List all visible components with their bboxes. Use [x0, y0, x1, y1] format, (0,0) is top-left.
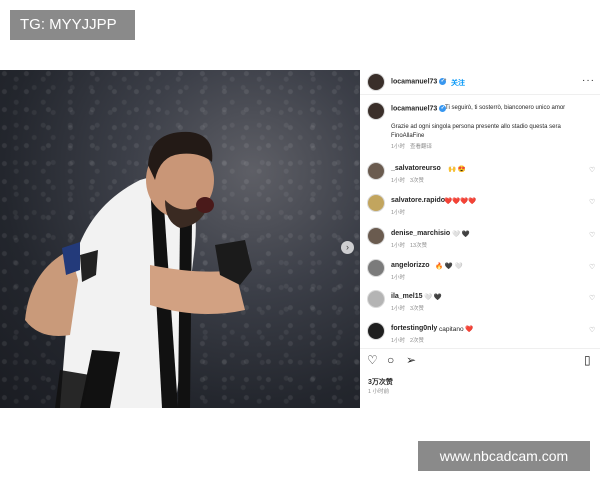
commenter-username[interactable]: ila_mel15	[391, 293, 423, 300]
post-sidebar: locamanuel73 ✓ • 关注 ··· locamanuel73 ✓ Ti …	[360, 70, 600, 408]
share-icon[interactable]: ➢	[406, 353, 416, 367]
comment-likes[interactable]: 3次赞	[410, 304, 424, 312]
comment-like-heart-icon[interactable]: ♡	[589, 294, 595, 302]
likes-count[interactable]: 3万次赞	[368, 377, 393, 387]
post-photo: ›	[0, 70, 360, 408]
comment-text: 🔥 🖤 🤍	[435, 263, 463, 270]
player-illustration	[25, 131, 252, 408]
caption-line1: Ti seguirò, ti sosterrò, bianconero unic…	[445, 105, 566, 111]
comment-text: 🤍 🖤	[424, 294, 442, 301]
see-translation-link[interactable]: 查看翻译	[410, 142, 432, 150]
commenter-avatar[interactable]	[367, 194, 385, 212]
caption-time: 1小时	[391, 144, 406, 150]
post-actions-bar: ♡ ○ ➢ ▯	[360, 348, 600, 409]
instagram-post: › locamanuel73 ✓ • 关注 ··· locamanuel73 ✓ T…	[0, 70, 600, 408]
comment-time: 1小时	[391, 178, 406, 184]
comment-like-heart-icon[interactable]: ♡	[589, 198, 595, 206]
comment-text: 🤍 🖤	[452, 231, 470, 238]
comment-time: 1小时	[391, 210, 406, 216]
comment-icon[interactable]: ○	[387, 353, 394, 367]
commenter-avatar[interactable]	[367, 322, 385, 340]
commenter-username[interactable]: _salvatoreurso	[391, 165, 441, 172]
comment-text: ❤️❤️❤️❤️	[444, 198, 477, 205]
carousel-next-button[interactable]: ›	[341, 241, 354, 254]
comment-time: 1小时	[391, 243, 406, 249]
caption-line2: Grazie ad ogni singola persona presente …	[391, 124, 561, 130]
commenter-avatar[interactable]	[367, 259, 385, 277]
watermark-top: TG: MYYJJPP	[10, 10, 135, 40]
author-username[interactable]: locamanuel73 ✓	[391, 78, 447, 85]
comment-text: capitano ❤️	[439, 326, 474, 333]
comment-likes[interactable]: 13次赞	[410, 241, 427, 249]
caption-author-avatar[interactable]	[367, 102, 385, 120]
commenter-username[interactable]: denise_marchisio	[391, 230, 450, 237]
author-avatar[interactable]	[367, 73, 385, 91]
commenter-username[interactable]: angelorizzo	[391, 262, 430, 269]
commenter-username[interactable]: salvatore.rapido	[391, 197, 445, 204]
caption-author[interactable]: locamanuel73 ✓	[391, 105, 447, 112]
comment-like-heart-icon[interactable]: ♡	[589, 166, 595, 174]
watermark-bottom: www.nbcadcam.com	[418, 441, 590, 471]
follow-button[interactable]: 关注	[451, 78, 465, 88]
comment-time: 1小时	[391, 338, 406, 344]
heart-icon[interactable]: ♡	[367, 353, 378, 367]
commenter-avatar[interactable]	[367, 162, 385, 180]
comment-like-heart-icon[interactable]: ♡	[589, 326, 595, 334]
more-horizontal-icon[interactable]: ···	[582, 75, 595, 86]
separator-dot: •	[444, 77, 447, 84]
comment-likes[interactable]: 2次赞	[410, 336, 424, 344]
commenter-username[interactable]: fortesting0nly	[391, 325, 437, 332]
comment-text: 🙌 😍	[448, 166, 466, 173]
bookmark-icon[interactable]: ▯	[584, 353, 591, 367]
caption-line3: FinoAllaFine	[391, 133, 425, 139]
commenter-avatar[interactable]	[367, 227, 385, 245]
comment-time: 1小时	[391, 275, 406, 281]
comment-like-heart-icon[interactable]: ♡	[589, 263, 595, 271]
commenter-avatar[interactable]	[367, 290, 385, 308]
comment-time: 1小时	[391, 306, 406, 312]
comment-likes[interactable]: 3次赞	[410, 176, 424, 184]
post-header: locamanuel73 ✓ • 关注 ···	[360, 70, 600, 95]
comment-like-heart-icon[interactable]: ♡	[589, 231, 595, 239]
posted-time: 1 小时前	[368, 389, 390, 395]
